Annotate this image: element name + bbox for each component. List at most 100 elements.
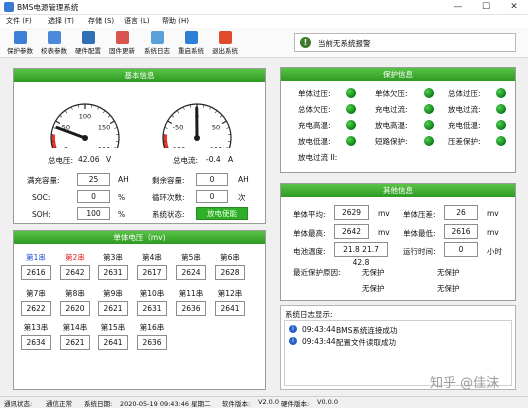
status-led (496, 120, 506, 130)
toolbar-button-2[interactable]: 校表参数 (37, 30, 71, 56)
cell-min-value: 2616 (444, 224, 478, 239)
cell-name-6: 第6串 (220, 253, 240, 262)
voltage-gauge-tick (55, 120, 61, 125)
cell-avg-label: 单体平均: (293, 210, 326, 219)
voltage-gauge-tick (107, 115, 111, 118)
toolbar-button-label: 保护参数 (7, 47, 33, 55)
voltage-gauge-hub (82, 135, 88, 141)
log-time: 09:43:44 (302, 325, 336, 334)
cell-min-unit: mv (487, 228, 499, 237)
cell-value-7: 2622 (21, 301, 51, 316)
total-voltage-value: 42.06 (78, 155, 100, 164)
cell-name-14: 第14串 (62, 323, 88, 332)
toolbar-button-3[interactable]: 硬件配置 (71, 30, 105, 56)
soc-value: 0 (77, 190, 110, 203)
software-version-value: V2.0.0 (258, 398, 279, 406)
cell-max-unit: mv (378, 228, 390, 237)
voltage-gauge-tick-label: 0 (64, 146, 68, 149)
toolbar-button-5[interactable]: 系统日志 (140, 30, 174, 56)
total-current-label: 总电流: (173, 156, 199, 165)
cell-name-11: 第11串 (178, 289, 204, 298)
watermark: 知乎 @佳沫 (430, 376, 500, 391)
protection-label: 放电高温: (375, 121, 408, 130)
close-button[interactable]: ✕ (500, 0, 528, 15)
cell-min-label: 单体最低: (403, 229, 436, 238)
current-gauge-tick (214, 110, 218, 114)
cell-value-5: 2624 (176, 265, 206, 280)
voltage-gauge-tick (59, 115, 63, 118)
log-text: 配置文件读取成功 (336, 338, 396, 347)
protection-label: 压差保护: (448, 137, 481, 146)
cell-value-9: 2621 (98, 301, 128, 316)
current-gauge-tick-label: 100 (210, 146, 222, 149)
menu-file[interactable]: 文件 (F) (6, 16, 32, 26)
log-time: 09:43:44 (302, 337, 336, 346)
no-protect-3: 无保护 (362, 284, 385, 293)
current-gauge-tick (176, 110, 180, 114)
comm-status-value: 通信正常 (46, 400, 72, 408)
toolbar-button-7[interactable]: 退出系统 (208, 30, 242, 56)
menu-language[interactable]: 语言 (L) (124, 16, 150, 26)
menu-storage[interactable]: 存储 (S) (88, 16, 114, 26)
protection-label: 总体欠压: (298, 105, 331, 114)
toolbar-button-label: 退出系统 (212, 47, 238, 55)
cell-diff-label: 单体压差: (403, 210, 436, 219)
toolbar-button-label: 系统日志 (144, 47, 170, 55)
cycles-label: 循环次数: (152, 193, 185, 202)
protection-label: 充电高温: (298, 121, 331, 130)
voltage-gauge-tick (109, 120, 115, 125)
cell-max-label: 单体最高: (293, 229, 326, 238)
voltage-gauge: 050100150200 (50, 103, 120, 149)
voltage-gauge-needle (55, 126, 87, 140)
cell-value-15: 2641 (98, 335, 128, 350)
cell-name-9: 第9串 (103, 289, 123, 298)
runtime-unit: 小时 (487, 247, 502, 256)
power-icon (218, 31, 232, 44)
cell-diff-value: 26 (444, 205, 478, 220)
cell-name-5: 第5串 (181, 253, 201, 262)
cell-name-12: 第12串 (217, 289, 243, 298)
cell-avg-value: 2629 (334, 205, 369, 220)
voltage-gauge-tick (70, 106, 73, 110)
hardware-version-value: V0.0.0 (317, 398, 338, 406)
current-gauge-tick-label: 50 (212, 124, 220, 132)
status-led (496, 104, 506, 114)
minimize-button[interactable]: — (444, 0, 472, 15)
toolbar-button-6[interactable]: 重启系统 (174, 30, 208, 56)
cell-max-value: 2642 (334, 224, 369, 239)
cycles-unit: 次 (238, 193, 246, 202)
menu-select[interactable]: 选择 (T) (48, 16, 74, 26)
cell-value-11: 2636 (176, 301, 206, 316)
cell-name-15: 第15串 (100, 323, 126, 332)
full-capacity-unit: AH (118, 175, 129, 184)
protection-label: 充电低温: (448, 121, 481, 130)
protection-label: 放电过流 II: (298, 153, 338, 162)
voltage-gauge-tick (64, 110, 68, 114)
cell-value-1: 2616 (21, 265, 51, 280)
cell-value-8: 2620 (60, 301, 90, 316)
toolbar-button-1[interactable]: 保护参数 (3, 30, 37, 56)
app-icon (4, 2, 14, 12)
remaining-capacity-value: 0 (196, 173, 228, 186)
maximize-button[interactable]: ☐ (472, 0, 500, 15)
status-led (346, 88, 356, 98)
firmware-icon (115, 31, 129, 44)
other-info-panel: 其他信息 (280, 183, 516, 301)
protection-label: 总体过压: (448, 89, 481, 98)
cell-name-1: 第1串 (26, 253, 46, 262)
system-date-label: 系统日期: (84, 400, 113, 408)
voltage-gauge-tick-label: 100 (79, 113, 91, 121)
menu-help[interactable]: 帮助 (H) (162, 16, 189, 26)
cell-value-4: 2617 (137, 265, 167, 280)
toolbar-button-4[interactable]: 固件更新 (105, 30, 139, 56)
no-protect-4: 无保护 (437, 284, 460, 293)
cell-value-10: 2631 (137, 301, 167, 316)
basic-info-title: 基本信息 (14, 69, 265, 82)
info-icon: ! (300, 37, 311, 48)
cell-voltage-title: 单体电压（mv) (14, 231, 265, 244)
soh-value: 100 (77, 207, 110, 220)
voltage-gauge-tick (97, 106, 100, 110)
software-version-label: 软件版本: (222, 400, 251, 408)
runtime-label: 运行时间: (403, 247, 436, 256)
current-gauge-hub (194, 135, 200, 141)
